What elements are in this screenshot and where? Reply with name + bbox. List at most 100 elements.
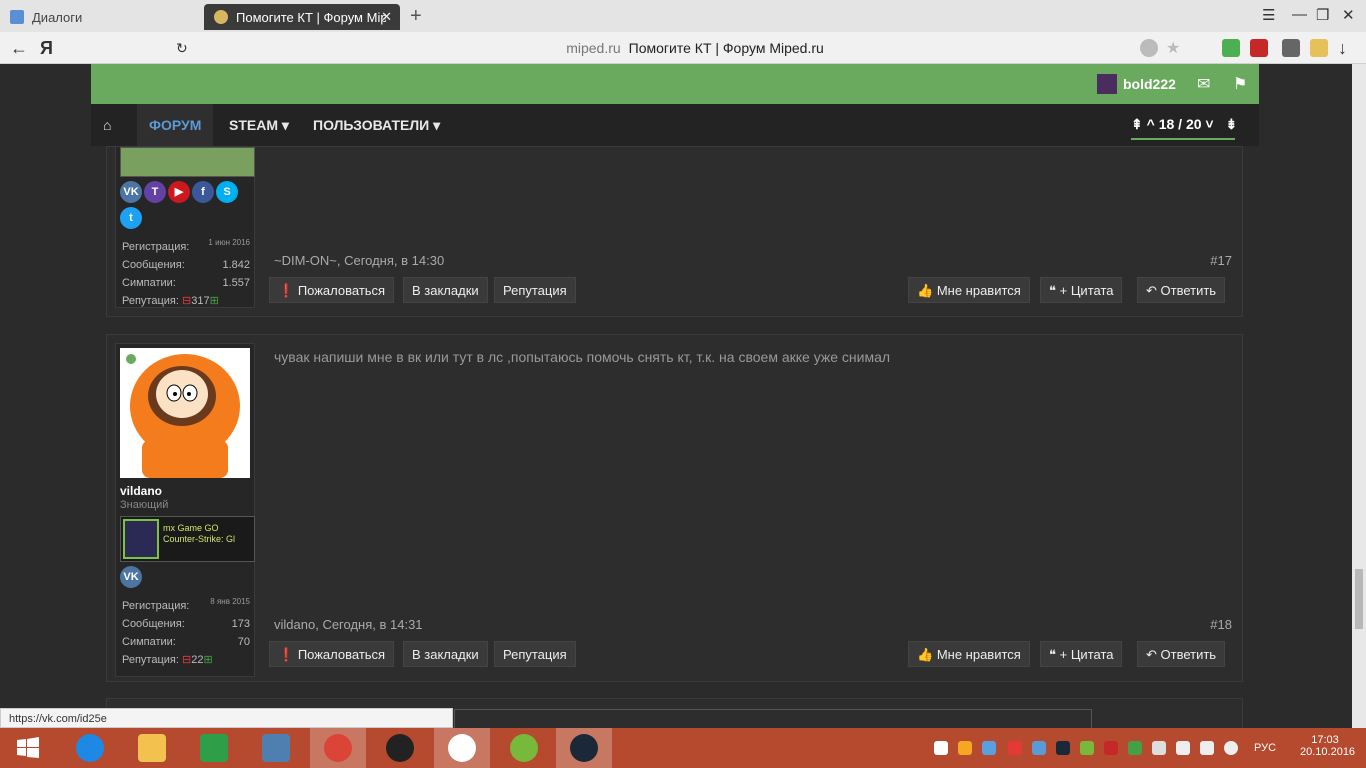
post-author[interactable]: vildano bbox=[274, 617, 315, 632]
post-userblock: vildano Знающий mx Game GO Counter-Strik… bbox=[115, 343, 255, 677]
keyboard-language[interactable]: РУС bbox=[1254, 742, 1276, 754]
extension-new-icon[interactable] bbox=[1250, 39, 1268, 57]
report-button[interactable]: ❗ Пожаловаться bbox=[269, 277, 395, 303]
taskbar-store[interactable] bbox=[186, 728, 242, 768]
system-clock[interactable]: 17:03 20.10.2016 bbox=[1300, 734, 1356, 758]
url-field[interactable]: miped.ru Помогите КТ | Форум Miped.ru bbox=[180, 40, 1210, 56]
page-scrollbar[interactable] bbox=[1352, 64, 1366, 728]
volume-icon[interactable] bbox=[1224, 741, 1238, 755]
tray-app-icon[interactable] bbox=[958, 741, 972, 755]
bookmark-button[interactable]: В закладки bbox=[403, 641, 488, 667]
adguard-icon[interactable] bbox=[1222, 39, 1240, 57]
online-indicator bbox=[126, 354, 136, 364]
reply-editor[interactable] bbox=[454, 709, 1092, 728]
post-meta: ~DIM-ON~, Сегодня, в 14:30 bbox=[274, 253, 445, 268]
new-tab-icon[interactable]: + bbox=[410, 5, 422, 28]
maximize-icon[interactable]: ❐ bbox=[1316, 6, 1329, 24]
username[interactable]: bold222 bbox=[1123, 76, 1176, 92]
tray-app-icon[interactable] bbox=[982, 741, 996, 755]
taskbar-yandex[interactable] bbox=[434, 728, 490, 768]
downloads-icon[interactable]: ↓ bbox=[1338, 38, 1347, 59]
nav-forum[interactable]: ФОРУМ bbox=[137, 104, 214, 146]
chevron-down-icon[interactable]: ˅ bbox=[1205, 116, 1213, 132]
user-avatar[interactable] bbox=[1097, 74, 1117, 94]
post-number[interactable]: #18 bbox=[1210, 617, 1232, 632]
mail-icon[interactable]: ✉ bbox=[1197, 74, 1210, 94]
tray-app-icon[interactable] bbox=[1032, 741, 1046, 755]
clock-date: 20.10.2016 bbox=[1300, 746, 1356, 758]
prev-page-icon[interactable]: ^ bbox=[1147, 116, 1155, 132]
bookmark-button[interactable]: В закладки bbox=[403, 277, 488, 303]
twitter-icon[interactable]: t bbox=[120, 207, 142, 229]
flag-icon[interactable]: ⚑ bbox=[1233, 74, 1247, 94]
reputation-button[interactable]: Репутация bbox=[494, 641, 576, 667]
youtube-icon[interactable]: ▶ bbox=[168, 181, 190, 203]
quote-button[interactable]: ❝ + Цитата bbox=[1040, 277, 1123, 303]
tab-dialogs[interactable]: Диалоги bbox=[0, 4, 200, 30]
taskbar-steam[interactable] bbox=[556, 728, 612, 768]
rep-plus-icon[interactable]: ⊞ bbox=[210, 295, 219, 307]
twitch-icon[interactable]: T bbox=[144, 181, 166, 203]
like-button[interactable]: 👍 Мне нравится bbox=[908, 641, 1030, 667]
first-page-icon[interactable]: ⇞ bbox=[1131, 116, 1143, 132]
forum-post: vildano Знающий mx Game GO Counter-Strik… bbox=[106, 334, 1243, 682]
vk-icon[interactable]: VK bbox=[120, 566, 142, 588]
tray-app-icon[interactable] bbox=[1128, 741, 1142, 755]
menu-icon[interactable]: ☰ bbox=[1262, 6, 1275, 24]
taskbar-explorer[interactable] bbox=[124, 728, 180, 768]
quote-button[interactable]: ❝ + Цитата bbox=[1040, 641, 1123, 667]
taskbar-ie[interactable] bbox=[62, 728, 118, 768]
tray-app-icon[interactable] bbox=[1104, 741, 1118, 755]
taskbar-chrome[interactable] bbox=[310, 728, 366, 768]
facebook-icon[interactable]: f bbox=[192, 181, 214, 203]
main-nav: ⌂ ФОРУМ STEAM ▾ ПОЛЬЗОВАТЕЛИ ▾ ⇞ ^ 18 / … bbox=[91, 104, 1259, 146]
close-tab-icon[interactable]: ✕ bbox=[381, 9, 392, 25]
post-time[interactable]: Сегодня, в 14:31 bbox=[322, 617, 422, 632]
tray-app-icon[interactable] bbox=[1152, 741, 1166, 755]
avatar[interactable] bbox=[120, 348, 250, 478]
post-author[interactable]: ~DIM-ON~ bbox=[274, 253, 337, 268]
folder-icon[interactable] bbox=[1310, 39, 1328, 57]
post-number[interactable]: #17 bbox=[1210, 253, 1232, 268]
rep-plus-icon[interactable]: ⊞ bbox=[203, 654, 212, 666]
reply-button[interactable]: ↶ Ответить bbox=[1137, 641, 1226, 667]
tray-yandex-icon[interactable] bbox=[934, 741, 948, 755]
taskbar-app[interactable] bbox=[248, 728, 304, 768]
chrome-icon bbox=[324, 734, 352, 762]
home-icon[interactable]: ⌂ bbox=[91, 104, 123, 146]
vk-icon[interactable]: VK bbox=[120, 181, 142, 203]
minimize-icon[interactable]: — bbox=[1292, 6, 1307, 23]
nav-users-label: ПОЛЬЗОВАТЕЛИ bbox=[313, 117, 430, 133]
taskbar-utorrent[interactable] bbox=[496, 728, 552, 768]
start-button[interactable] bbox=[0, 728, 56, 768]
last-page-icon[interactable]: ⇟ bbox=[1226, 116, 1238, 132]
close-window-icon[interactable]: ✕ bbox=[1342, 6, 1355, 24]
report-button[interactable]: ❗ Пожаловаться bbox=[269, 641, 395, 667]
reputation-button[interactable]: Репутация bbox=[494, 277, 576, 303]
post-author-name[interactable]: vildano bbox=[120, 484, 162, 498]
scroll-thumb[interactable] bbox=[1355, 569, 1363, 629]
protect-icon[interactable] bbox=[1140, 39, 1158, 57]
network-icon[interactable] bbox=[1200, 741, 1214, 755]
reply-button[interactable]: ↶ Ответить bbox=[1137, 277, 1226, 303]
bookmark-star-icon[interactable]: ★ bbox=[1166, 38, 1180, 58]
rep-minus-icon[interactable]: ⊟ bbox=[182, 654, 191, 666]
nav-steam[interactable]: STEAM ▾ bbox=[217, 104, 301, 146]
tray-utorrent-icon[interactable] bbox=[1080, 741, 1094, 755]
taskbar-obs[interactable] bbox=[372, 728, 428, 768]
tray-app-icon[interactable] bbox=[1176, 741, 1190, 755]
yandex-logo-icon[interactable]: Я bbox=[40, 38, 53, 59]
nav-users[interactable]: ПОЛЬЗОВАТЕЛИ ▾ bbox=[301, 104, 452, 146]
tray-app-icon[interactable] bbox=[1008, 741, 1022, 755]
grid-icon[interactable] bbox=[1282, 39, 1300, 57]
page-navigator[interactable]: ⇞ ^ 18 / 20 ˅ ⇟ bbox=[1131, 116, 1237, 133]
skype-icon[interactable]: S bbox=[216, 181, 238, 203]
tray-steam-icon[interactable] bbox=[1056, 741, 1070, 755]
like-button[interactable]: 👍 Мне нравится bbox=[908, 277, 1030, 303]
rep-minus-icon[interactable]: ⊟ bbox=[182, 295, 191, 307]
tab-label: Диалоги bbox=[32, 9, 83, 25]
post-time[interactable]: Сегодня, в 14:30 bbox=[344, 253, 444, 268]
stat-reputation: Репутация: ⊟22⊞ bbox=[122, 654, 213, 666]
tab-forum[interactable]: Помогите КТ | Форум Miped.ru ✕ bbox=[204, 4, 400, 30]
back-icon[interactable]: ← bbox=[10, 38, 28, 59]
